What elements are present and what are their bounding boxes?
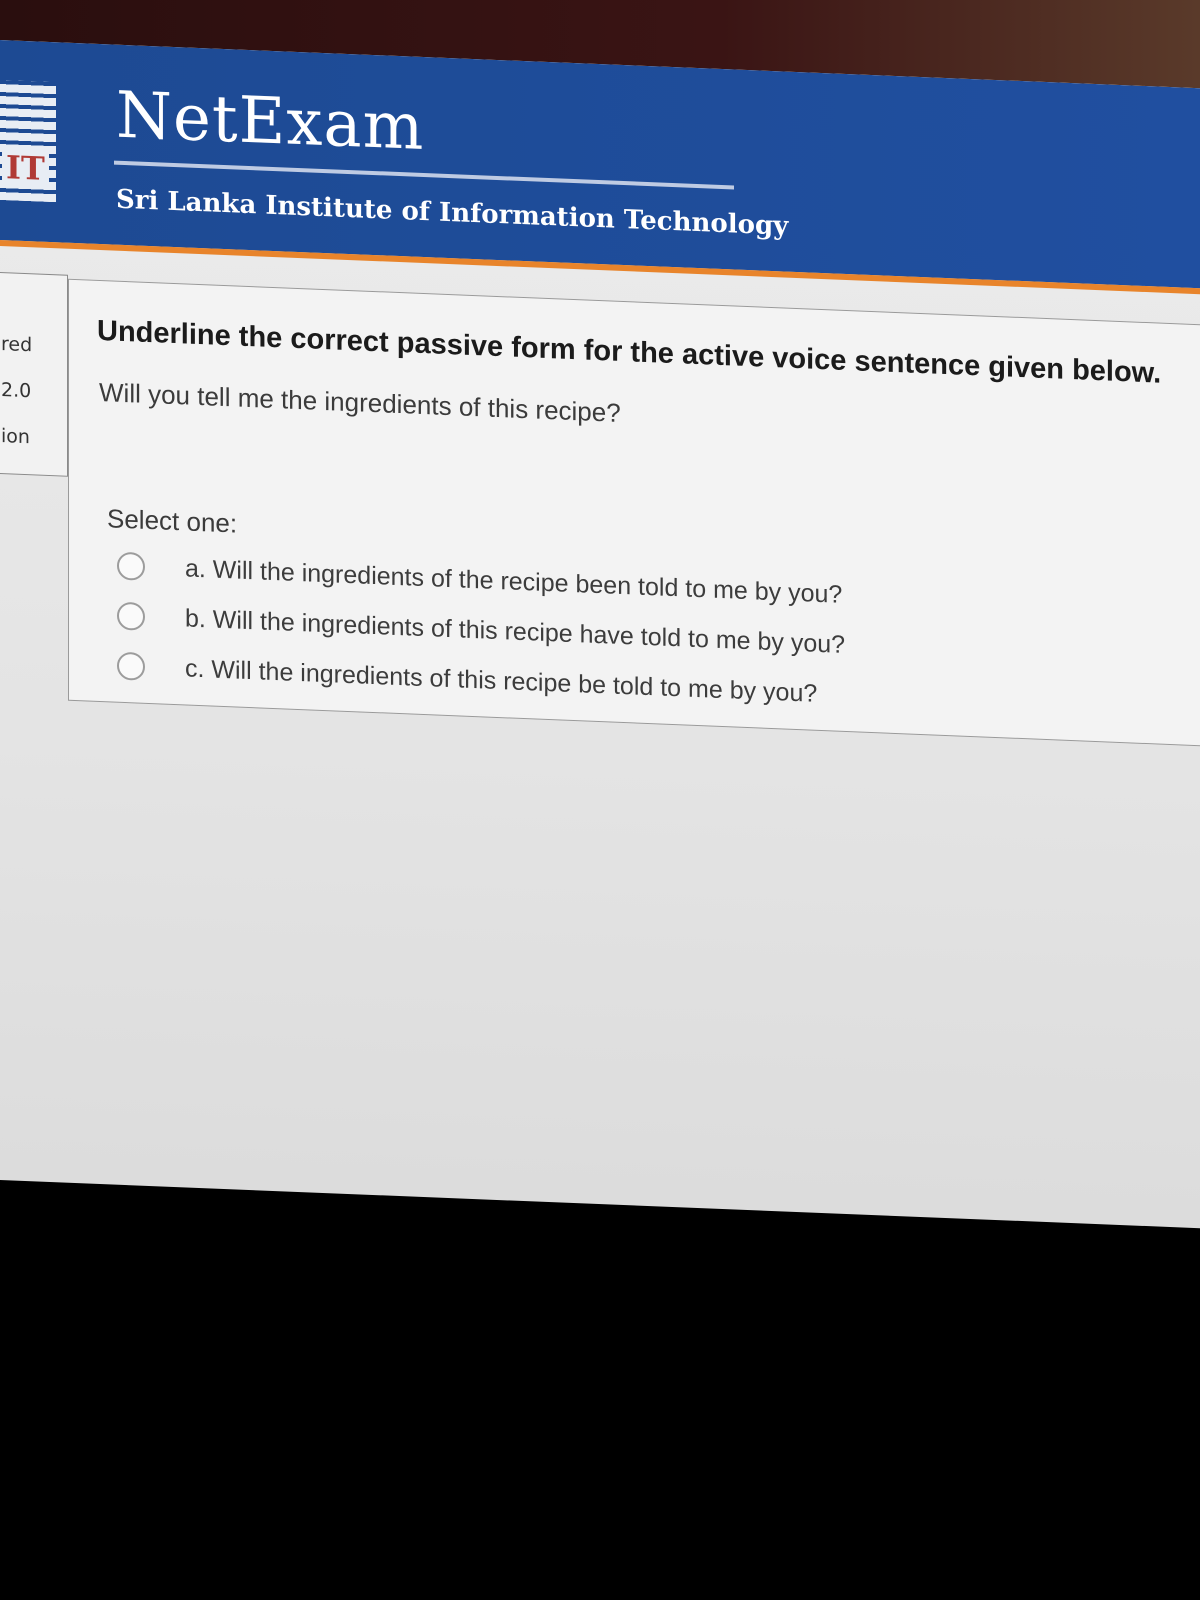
sliit-logo: IT bbox=[0, 80, 56, 203]
logo-text: IT bbox=[2, 148, 49, 188]
select-one-label: Select one: bbox=[107, 503, 238, 539]
question-mark-text: 2.0 bbox=[1, 379, 32, 403]
flag-question-text: ion bbox=[1, 425, 30, 449]
radio-a[interactable] bbox=[117, 551, 145, 581]
question-status-text: red bbox=[1, 333, 33, 357]
question-prompt: Underline the correct passive form for t… bbox=[97, 314, 1162, 390]
institution-name: Sri Lanka Institute of Information Techn… bbox=[116, 184, 789, 242]
radio-b[interactable] bbox=[117, 601, 145, 631]
question-info-panel: red 2.0 ion bbox=[0, 271, 68, 477]
answer-option-label[interactable]: a. Will the ingredients of the recipe be… bbox=[185, 554, 842, 609]
question-content: Underline the correct passive form for t… bbox=[68, 278, 1200, 748]
browser-screen: IT NetExam Sri Lanka Institute of Inform… bbox=[0, 40, 1200, 1229]
brand-title: NetExam bbox=[116, 78, 425, 166]
radio-c[interactable] bbox=[117, 651, 145, 681]
answer-option-label[interactable]: c. Will the ingredients of this recipe b… bbox=[185, 654, 817, 708]
question-sentence: Will you tell me the ingredients of this… bbox=[99, 376, 621, 428]
answer-option-label[interactable]: b. Will the ingredients of this recipe h… bbox=[185, 604, 845, 660]
